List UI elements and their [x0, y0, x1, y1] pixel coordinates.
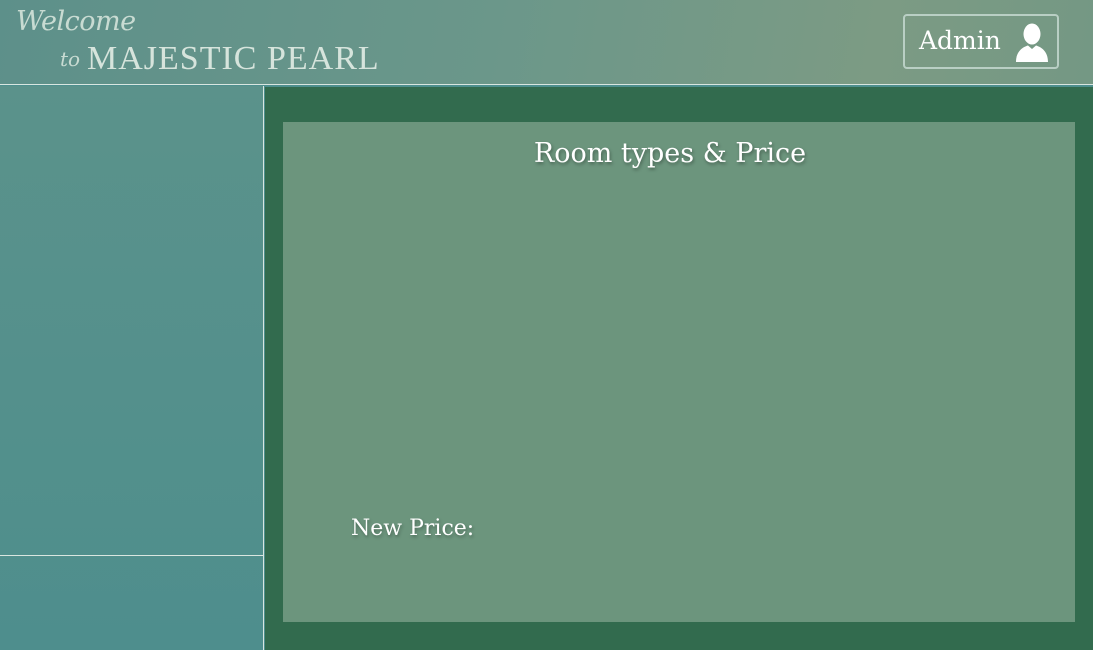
- brand-to-text: to: [60, 47, 81, 71]
- new-price-label: New Price:: [351, 516, 475, 541]
- main-content: Room types & Price New Price:: [265, 87, 1093, 650]
- sidebar: [0, 86, 264, 650]
- admin-label: Admin: [919, 26, 1001, 55]
- header-bar: Welcome to MAJESTIC PEARL Admin: [0, 0, 1093, 85]
- sidebar-divider: [0, 555, 263, 556]
- brand-name: MAJESTIC PEARL: [87, 40, 380, 77]
- user-icon: [1013, 23, 1051, 63]
- admin-account-button[interactable]: Admin: [903, 14, 1059, 69]
- room-price-panel: Room types & Price New Price:: [283, 122, 1075, 622]
- page-title: Room types & Price: [533, 138, 807, 169]
- brand-welcome-text: Welcome: [16, 6, 136, 37]
